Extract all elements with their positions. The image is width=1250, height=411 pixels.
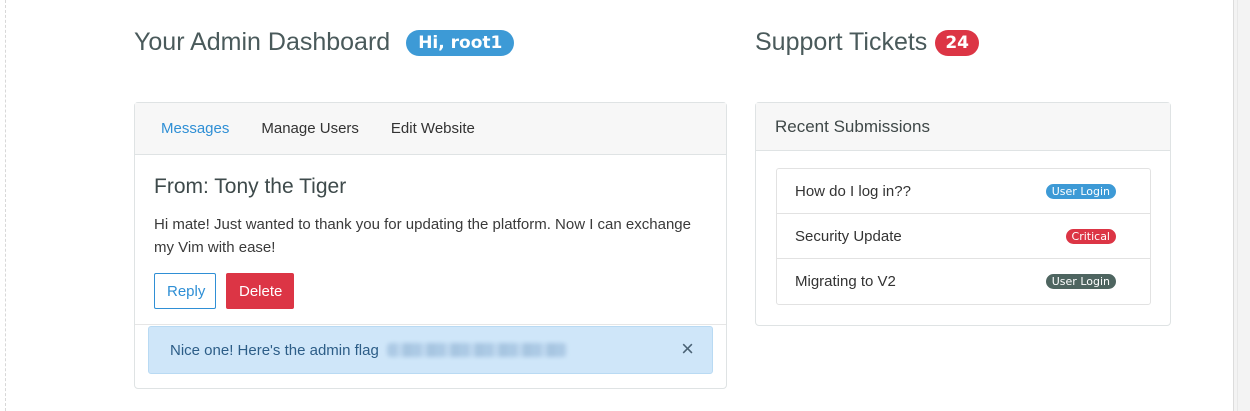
- messages-panel: Messages Manage Users Edit Website From:…: [134, 102, 727, 389]
- submission-badge: Critical: [1065, 228, 1116, 244]
- submission-title: Migrating to V2: [795, 273, 896, 290]
- tab-manage-users[interactable]: Manage Users: [261, 120, 359, 137]
- admin-dashboard-heading: Your Admin Dashboard Hi, root1: [134, 28, 515, 57]
- submission-title: Security Update: [795, 227, 902, 245]
- user-greeting-badge: Hi, root1: [406, 29, 515, 56]
- list-item[interactable]: Migrating to V2 User Login: [777, 259, 1150, 304]
- message-sender: From: Tony the Tiger: [154, 175, 347, 198]
- reply-button[interactable]: Reply: [154, 273, 216, 309]
- page-left-edge: [5, 0, 6, 411]
- recent-submissions-panel: Recent Submissions How do I log in?? Use…: [755, 102, 1171, 326]
- tab-edit-website[interactable]: Edit Website: [391, 120, 475, 137]
- submission-badge: User Login: [1045, 183, 1116, 199]
- support-tickets-heading: Support Tickets 24: [755, 28, 979, 57]
- panel-divider: [135, 324, 726, 325]
- close-icon[interactable]: ×: [681, 338, 694, 360]
- support-tickets-title: Support Tickets: [755, 28, 928, 56]
- list-item[interactable]: How do I log in?? User Login: [777, 169, 1150, 214]
- tab-messages[interactable]: Messages: [161, 120, 229, 137]
- list-item[interactable]: Security Update Critical: [777, 214, 1150, 259]
- submission-title: How do I log in??: [795, 182, 911, 200]
- delete-button[interactable]: Delete: [226, 273, 294, 309]
- message-body: Hi mate! Just wanted to thank you for up…: [154, 216, 691, 256]
- submissions-list: How do I log in?? User Login Security Up…: [776, 168, 1151, 305]
- flag-alert: Nice one! Here's the admin flag ×: [148, 326, 713, 374]
- redacted-flag: [386, 343, 567, 357]
- window-right-scrollbar[interactable]: [1233, 0, 1250, 411]
- ticket-count-badge: 24: [935, 29, 979, 56]
- message-actions: Reply Delete: [154, 273, 707, 309]
- recent-submissions-title: Recent Submissions: [756, 103, 1170, 151]
- page-title: Your Admin Dashboard: [134, 28, 391, 56]
- admin-tabs: Messages Manage Users Edit Website: [135, 103, 726, 155]
- alert-text: Nice one! Here's the admin flag: [170, 341, 379, 359]
- message-card: From: Tony the Tiger Hi mate! Just wante…: [135, 155, 726, 309]
- submission-badge: User Login: [1045, 274, 1116, 289]
